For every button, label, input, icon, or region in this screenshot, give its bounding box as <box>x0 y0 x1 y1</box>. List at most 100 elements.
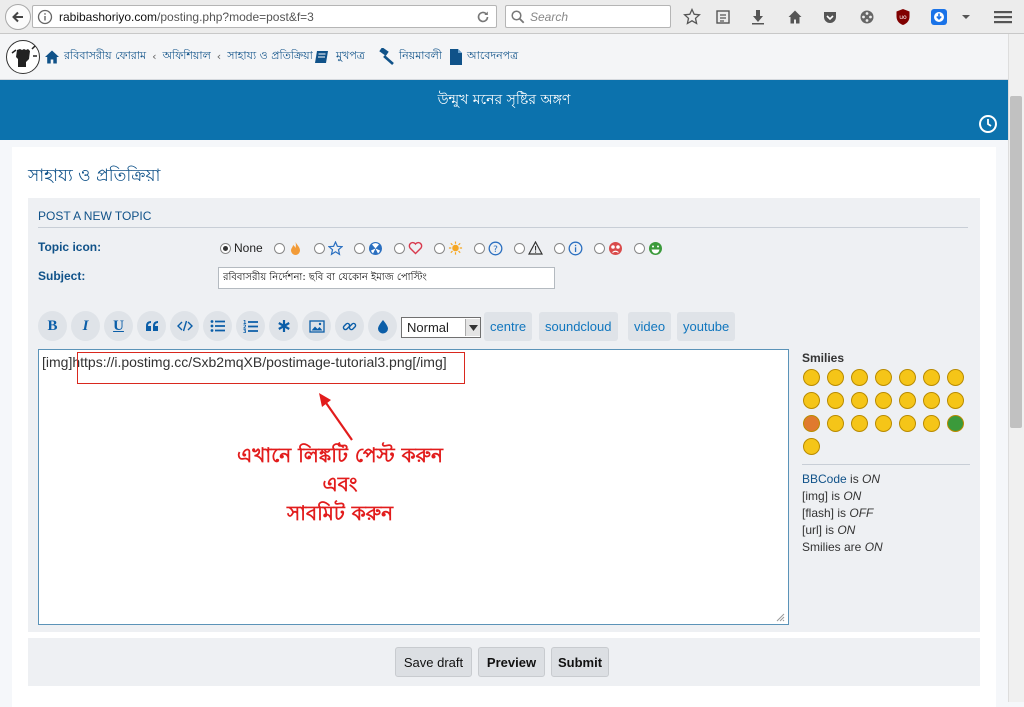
submit-label: Submit <box>557 654 603 670</box>
smiley-icon[interactable] <box>923 392 940 409</box>
smiley-icon[interactable] <box>827 369 844 386</box>
site-tagline: উন্মুখ মনের সৃষ্টির অঙ্গণ <box>437 92 571 108</box>
annotation-line-3: সাবমিট করুন <box>286 501 394 525</box>
img-status-text: [img] is <box>802 489 844 503</box>
resize-grip-icon[interactable] <box>775 612 785 622</box>
site-banner: উন্মুখ মনের সৃষ্টির অঙ্গণ <box>0 80 1008 140</box>
smiley-icon[interactable] <box>851 392 868 409</box>
nav-link-label: আবেদনপত্র <box>467 49 519 62</box>
smiley-icon[interactable] <box>851 369 868 386</box>
form-heading: POST A NEW TOPIC <box>38 209 152 223</box>
annotation-arrow-icon <box>319 393 353 441</box>
subject-input[interactable] <box>218 267 555 289</box>
smiley-icon[interactable] <box>875 369 892 386</box>
breadcrumb-help-feedback[interactable]: সাহায্য ও প্রতিক্রিয়া <box>227 47 313 66</box>
smiley-icon[interactable] <box>923 415 940 432</box>
fire-icon <box>288 241 303 256</box>
topic-icon-radio[interactable] <box>593 242 605 254</box>
home-icon[interactable] <box>44 49 60 65</box>
smiley-icon[interactable] <box>923 369 940 386</box>
topic-icon-radio[interactable] <box>393 242 405 254</box>
smiley-icon[interactable] <box>803 369 820 386</box>
topic-icon-radio[interactable] <box>353 242 365 254</box>
topic-icon-radio-none[interactable] <box>220 242 231 254</box>
nav-link-label: নিয়মাবলী <box>399 49 442 62</box>
preview-button[interactable]: Preview <box>478 647 545 677</box>
back-button[interactable] <box>5 4 31 30</box>
pocket-icon[interactable] <box>820 7 840 27</box>
breadcrumb-separator: ‹ <box>216 50 222 63</box>
search-box[interactable]: Search <box>505 5 671 28</box>
url-highlight-box <box>77 352 465 384</box>
smiley-icon[interactable] <box>899 369 916 386</box>
submit-button[interactable]: Submit <box>551 647 609 677</box>
italic-button[interactable]: I <box>71 311 100 341</box>
reload-icon[interactable] <box>475 9 491 25</box>
smiley-icon[interactable] <box>875 415 892 432</box>
quote-button[interactable] <box>137 311 166 341</box>
breadcrumb-official[interactable]: অফিশিয়াল <box>163 47 211 66</box>
smiley-icon[interactable] <box>803 438 820 455</box>
smiley-icon[interactable] <box>947 415 964 432</box>
save-draft-button[interactable]: Save draft <box>395 647 472 677</box>
bbcode-link[interactable]: BBCode <box>802 472 847 486</box>
centre-button[interactable]: centre <box>484 312 533 341</box>
bookmark-star-icon[interactable] <box>682 7 702 27</box>
clock-icon[interactable] <box>978 114 998 134</box>
youtube-button[interactable]: youtube <box>677 312 736 341</box>
topic-icon-radio[interactable] <box>513 242 525 254</box>
smiley-icon[interactable] <box>947 392 964 409</box>
breadcrumb-forum-index[interactable]: রবিবাসরীয় ফোরাম <box>64 47 146 66</box>
divider <box>38 227 968 228</box>
smiley-icon[interactable] <box>899 392 916 409</box>
bullet-list-button[interactable] <box>203 311 232 341</box>
site-logo[interactable] <box>6 40 40 74</box>
smiley-icon[interactable] <box>803 415 820 432</box>
nav-link-application[interactable]: আবেদনপত্র <box>449 47 518 66</box>
color-button[interactable] <box>368 311 397 341</box>
address-bar[interactable]: rabibashoriyo.com/posting.php?mode=post&… <box>32 5 497 28</box>
smiley-icon[interactable] <box>851 415 868 432</box>
smiley-icon[interactable] <box>827 392 844 409</box>
nav-link-mouthpiece[interactable]: মুখপত্র <box>314 47 365 66</box>
document-icon <box>450 48 462 65</box>
img-open-tag: [img] <box>42 354 73 370</box>
smiley-icon[interactable] <box>803 392 820 409</box>
url-text[interactable]: rabibashoriyo.com/posting.php?mode=post&… <box>59 10 314 24</box>
info-icon[interactable] <box>37 9 53 25</box>
list-item-button[interactable] <box>269 311 298 341</box>
download-icon[interactable] <box>748 7 768 27</box>
smiley-icon[interactable] <box>827 415 844 432</box>
image-button[interactable] <box>302 311 331 341</box>
soundcloud-button[interactable]: soundcloud <box>539 312 618 341</box>
underline-label: U <box>113 317 124 334</box>
topic-icon-radio[interactable] <box>313 242 325 254</box>
ublock-icon[interactable]: uo <box>893 7 913 27</box>
reading-list-icon[interactable] <box>713 7 733 27</box>
bold-button[interactable]: B <box>38 311 67 341</box>
underline-button[interactable]: U <box>104 311 133 341</box>
topic-icon-radio[interactable] <box>433 242 445 254</box>
film-reel-icon[interactable] <box>857 7 877 27</box>
chevron-down-icon[interactable] <box>956 7 976 27</box>
numbered-list-button[interactable]: 123 <box>236 311 265 341</box>
hamburger-menu-icon[interactable] <box>993 7 1013 27</box>
nav-link-rules[interactable]: নিয়মাবলী <box>375 47 442 66</box>
download-manager-icon[interactable] <box>929 7 949 27</box>
code-button[interactable] <box>170 311 199 341</box>
sun-icon <box>448 241 463 256</box>
topic-icon-radio[interactable] <box>273 242 285 254</box>
topic-icon-radio[interactable] <box>553 242 565 254</box>
smiley-icon[interactable] <box>875 392 892 409</box>
bbcode-status: BBCode is ON <box>802 472 880 486</box>
topic-icon-radio[interactable] <box>473 242 485 254</box>
scrollbar-thumb[interactable] <box>1010 96 1022 428</box>
smiley-icon[interactable] <box>899 415 916 432</box>
home-icon[interactable] <box>785 7 805 27</box>
font-size-select[interactable]: Normal <box>401 317 481 338</box>
link-button[interactable] <box>335 311 364 341</box>
topic-icon-radio[interactable] <box>633 242 645 254</box>
page-title[interactable]: সাহায্য ও প্রতিক্রিয়া <box>28 163 160 191</box>
video-button[interactable]: video <box>628 312 672 341</box>
smiley-icon[interactable] <box>947 369 964 386</box>
